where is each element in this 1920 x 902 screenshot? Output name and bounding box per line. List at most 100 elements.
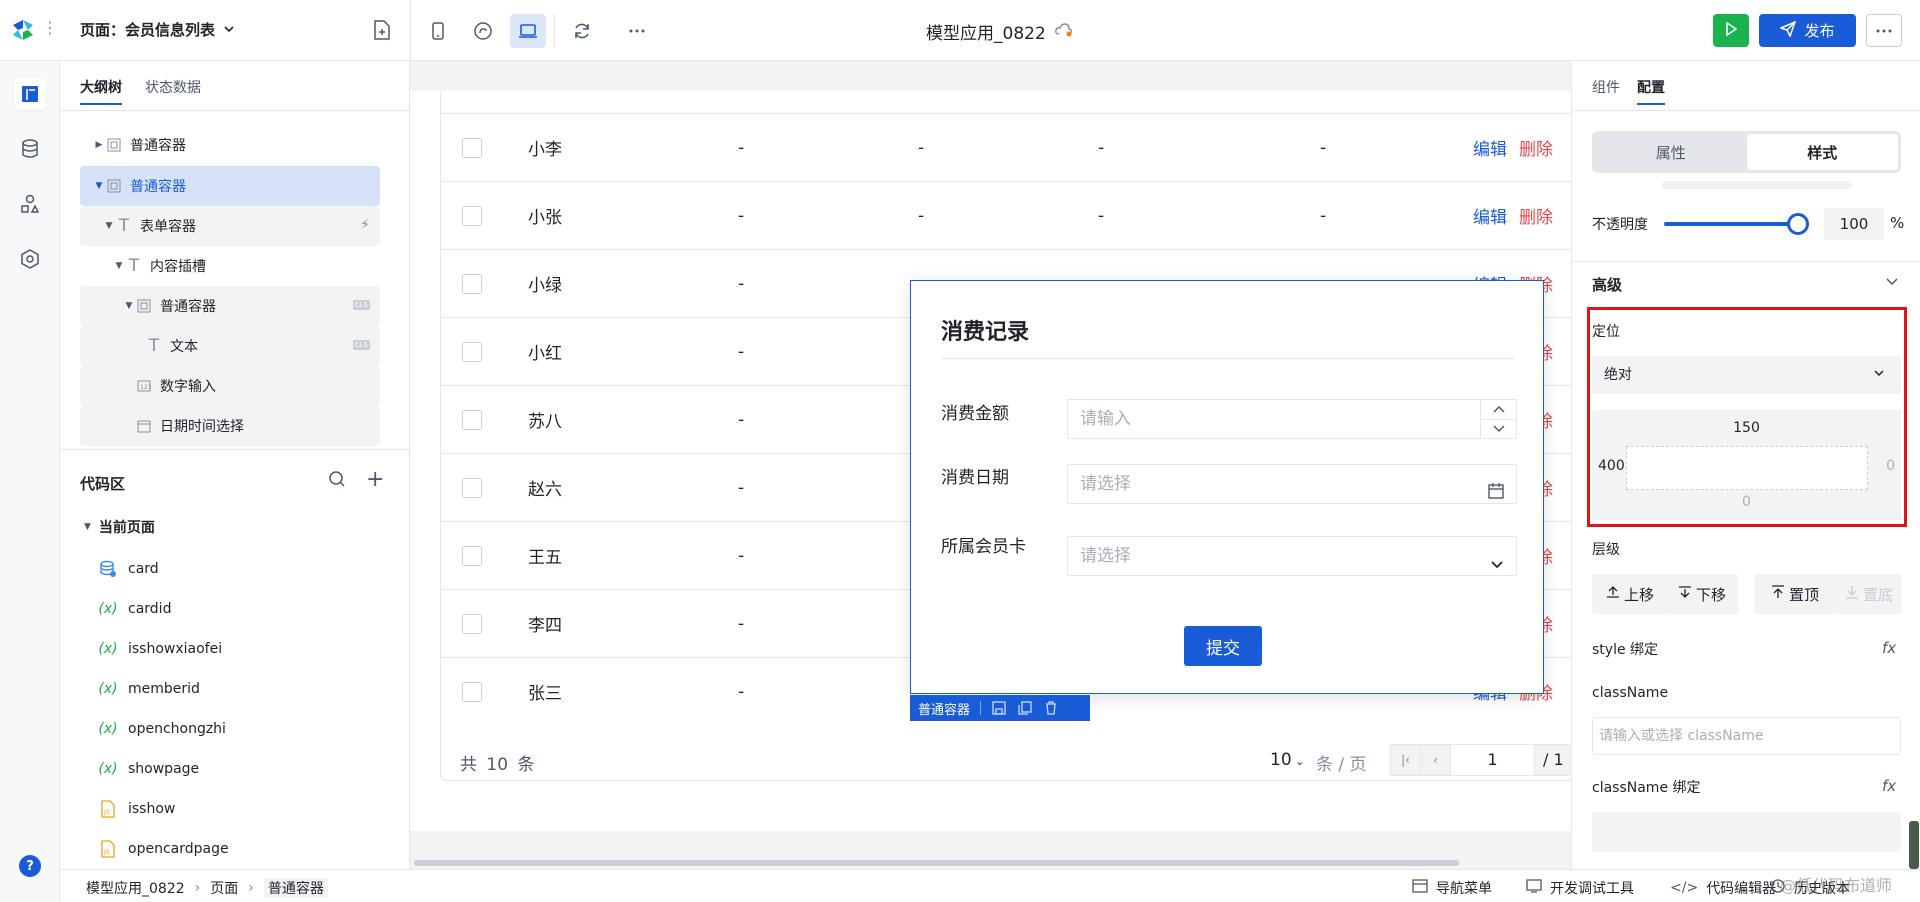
classname-input[interactable]: 请输入或选择 className [1592,717,1901,755]
caret-down-icon[interactable]: ▼ [102,221,116,231]
advanced-section-title[interactable]: 高级 [1592,274,1622,295]
segment-properties[interactable]: 属性 [1595,134,1747,170]
move-down-button[interactable]: 下移 [1666,574,1738,614]
page-size-select[interactable]: 10 ⌄ [1270,750,1304,770]
member-card-select[interactable]: 请选择 [1067,536,1517,576]
opacity-value-input[interactable]: 100 [1824,208,1884,240]
offset-top-input[interactable]: 150 [1592,420,1901,436]
date-picker[interactable]: 请选择 [1067,464,1517,504]
devtools-button[interactable]: 开发调试工具 [1526,878,1634,898]
function-fx-icon[interactable]: fx [1882,639,1896,657]
offset-bottom-input[interactable]: 0 [1592,494,1901,510]
app-logo-icon[interactable] [10,17,36,43]
tree-node[interactable]: ▼ 普通容器 CLS [80,286,380,326]
tab-outline-tree[interactable]: 大纲树 [80,77,122,105]
database-icon[interactable] [14,133,46,165]
nav-menu-button[interactable]: 导航菜单 [1412,878,1492,898]
tab-state-data[interactable]: 状态数据 [145,77,201,97]
plus-icon[interactable]: + [366,467,384,492]
chevron-down-icon[interactable] [1490,547,1504,585]
tree-node[interactable]: T 文本 CLS [80,326,380,366]
amount-input[interactable]: 请输入 [1067,399,1517,439]
position-select[interactable]: 绝对 [1592,356,1901,394]
row-checkbox[interactable] [462,274,482,294]
tree-node[interactable]: 日期时间选择 [80,406,380,446]
send-to-back-button[interactable]: 置底 [1836,574,1902,614]
components-icon[interactable] [14,188,46,220]
chevron-up-icon[interactable] [1481,400,1516,420]
tree-node[interactable]: ▼ T 内容插槽 [80,246,380,286]
caret-down-icon[interactable]: ▼ [122,301,136,311]
mobile-view-icon[interactable] [425,18,451,44]
offset-right-input[interactable]: 0 [1886,458,1895,474]
tree-node[interactable]: ▼ T 表单容器 ⚡ [80,206,380,246]
tab-config[interactable]: 配置 [1637,77,1665,105]
submit-button[interactable]: 提交 [1184,626,1262,666]
calendar-icon[interactable] [1488,475,1504,513]
preview-button[interactable] [1713,14,1749,47]
bring-to-front-button[interactable]: 置顶 [1754,574,1836,614]
row-checkbox[interactable] [462,682,482,702]
app-menu-icon[interactable]: ⋮ [42,18,58,38]
chevron-down-icon[interactable] [1481,420,1516,439]
breadcrumb-item[interactable]: 模型应用_0822 [86,878,185,898]
row-checkbox[interactable] [462,138,482,158]
code-item[interactable]: (x) showpage [98,757,199,781]
desktop-view-icon[interactable] [510,14,546,48]
caret-down-icon[interactable]: ▼ [84,522,91,532]
more-options-button[interactable] [1866,14,1902,47]
help-icon[interactable]: ? [19,855,41,877]
horizontal-scrollbar[interactable] [414,860,1459,866]
move-up-button[interactable]: 上移 [1592,574,1668,614]
caret-down-icon[interactable]: ▼ [112,261,126,271]
breadcrumb-item[interactable]: 普通容器 [263,878,328,898]
tree-node[interactable]: 123 数字输入 [80,366,380,406]
miniprogram-view-icon[interactable] [470,18,496,44]
current-page-group[interactable]: ▼ 当前页面 [84,517,155,537]
delete-icon[interactable] [1043,700,1059,716]
code-item[interactable]: (x) openchongzhi [98,717,226,741]
settings-icon[interactable] [14,243,46,275]
publish-button[interactable]: 发布 [1759,14,1856,47]
classname-binding-input[interactable] [1592,812,1901,852]
vertical-scrollbar[interactable] [1909,821,1919,869]
segment-style[interactable]: 样式 [1746,134,1898,170]
row-checkbox[interactable] [462,546,482,566]
opacity-slider-track[interactable] [1664,222,1800,226]
save-icon[interactable] [991,700,1007,716]
tab-components[interactable]: 组件 [1592,77,1620,97]
code-editor-button[interactable]: </> 代码编辑器 [1670,878,1776,898]
caret-right-icon[interactable]: ▶ [92,140,106,150]
lightning-icon[interactable]: ⚡ [360,217,370,233]
code-item[interactable]: JS isshow [98,797,175,821]
delete-link[interactable]: 删除 [1519,135,1553,160]
code-item[interactable]: JS opencardpage [98,837,229,861]
code-item[interactable]: (x) memberid [98,677,200,701]
edit-link[interactable]: 编辑 [1473,203,1507,228]
outline-panel-icon[interactable] [14,78,46,110]
opacity-slider-thumb[interactable] [1787,213,1809,235]
delete-link[interactable]: 删除 [1519,203,1553,228]
prev-page-icon[interactable]: ‹ [1421,745,1451,775]
number-stepper[interactable] [1480,400,1516,438]
edit-link[interactable]: 编辑 [1473,135,1507,160]
code-item[interactable]: (x) cardid [98,597,171,621]
row-checkbox[interactable] [462,206,482,226]
row-checkbox[interactable] [462,410,482,430]
add-page-icon[interactable] [372,19,394,41]
tree-node-selected[interactable]: ▼ 普通容器 [80,166,380,206]
row-checkbox[interactable] [462,614,482,634]
search-icon[interactable] [328,470,350,492]
row-checkbox[interactable] [462,342,482,362]
chevron-down-icon[interactable] [1885,274,1899,292]
first-page-icon[interactable]: |‹ [1391,745,1421,775]
page-selector[interactable]: 页面：会员信息列表 [80,19,235,40]
tree-node[interactable]: ▶ 普通容器 [80,125,380,165]
function-fx-icon[interactable]: fx [1882,777,1896,795]
copy-icon[interactable] [1017,700,1033,716]
code-item[interactable]: card [98,557,159,581]
page-input[interactable]: 1 [1451,745,1535,775]
refresh-icon[interactable] [569,18,595,44]
more-horizontal-icon[interactable] [624,18,650,44]
breadcrumb-item[interactable]: 页面 [210,878,238,898]
